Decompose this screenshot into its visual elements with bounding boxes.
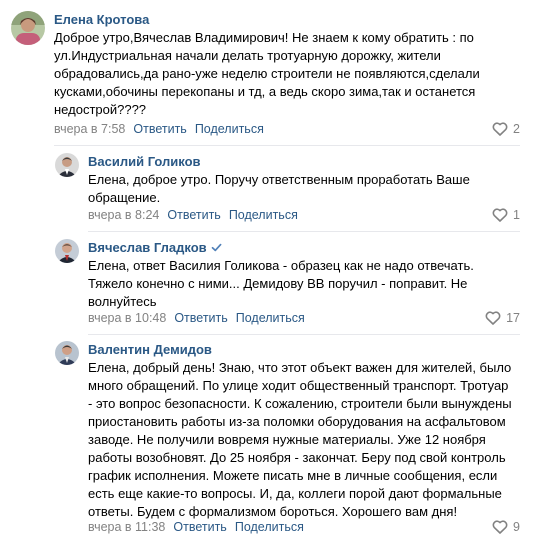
- comment-text-line: ул.Индустриальная начали делать тротуарн…: [54, 48, 441, 63]
- comment-text-line: заводе. Не получили вовремя нужные матер…: [88, 432, 486, 447]
- comment-time[interactable]: вчера в 7:58: [54, 122, 125, 136]
- like-count: 17: [506, 311, 520, 325]
- comment-text-line: много обращений. По улице ходит обществе…: [88, 378, 509, 393]
- heart-icon: [492, 520, 508, 534]
- comment-text-line: Тяжело конечно с ними... Демидову ВВ пор…: [88, 276, 468, 291]
- comment-text-line: работы возобновят. До 25 ноября - законч…: [88, 450, 506, 465]
- avatar[interactable]: [11, 11, 45, 45]
- comment-time[interactable]: вчера в 10:48: [88, 311, 166, 325]
- avatar[interactable]: [55, 153, 79, 177]
- comment-text: Елена, добрый день! Знаю, что этот объек…: [88, 359, 512, 521]
- like-button[interactable]: 9: [492, 519, 520, 535]
- heart-icon: [492, 208, 508, 222]
- share-button[interactable]: Поделиться: [195, 122, 264, 136]
- comment-text-line: есть еще какие-то вопросы. И, да, коллег…: [88, 486, 502, 501]
- comment-text-line: приостановить работы из-за поломки обору…: [88, 414, 506, 429]
- comment-time[interactable]: вчера в 8:24: [88, 208, 159, 222]
- reply-button[interactable]: Ответить: [173, 520, 226, 534]
- comment-text-line: кусками,обочины перекопаны и тд, а ведь …: [54, 84, 476, 99]
- avatar[interactable]: [55, 239, 79, 263]
- comment-meta: вчера в 10:48 Ответить Поделиться: [88, 310, 305, 326]
- reply-button[interactable]: Ответить: [133, 122, 186, 136]
- heart-icon: [485, 311, 501, 325]
- comment-text-line: график исполнения. Можете писать мне в л…: [88, 468, 498, 483]
- comment-text: Елена, ответ Василия Голикова - образец …: [88, 257, 474, 311]
- divider: [88, 334, 520, 335]
- share-button[interactable]: Поделиться: [229, 208, 298, 222]
- comment-author[interactable]: Елена Кротова: [54, 12, 149, 28]
- comment-text: Доброе утро,Вячеслав Владимирович! Не зн…: [54, 29, 480, 119]
- divider: [88, 231, 520, 232]
- comment-text-line: обрадовались,да рано-уже неделю строител…: [54, 66, 480, 81]
- like-count: 2: [513, 122, 520, 136]
- reply-button[interactable]: Ответить: [174, 311, 227, 325]
- comment-text-line: - это вопрос безопасности. К сожалению, …: [88, 396, 512, 411]
- comment-text-line: Елена, ответ Василия Голикова - образец …: [88, 258, 474, 273]
- verified-check-icon: [211, 241, 222, 256]
- like-button[interactable]: 1: [492, 207, 520, 223]
- comment-text-line: Доброе утро,Вячеслав Владимирович! Не зн…: [54, 30, 474, 45]
- reply-button[interactable]: Ответить: [167, 208, 220, 222]
- comment-text-line: обращение.: [88, 190, 161, 205]
- divider: [54, 145, 520, 146]
- comment-author[interactable]: Василий Голиков: [88, 154, 201, 170]
- comment-text-line: Елена, добрый день! Знаю, что этот объек…: [88, 360, 512, 375]
- comment-author[interactable]: Вячеслав Гладков: [88, 240, 222, 257]
- heart-icon: [492, 122, 508, 136]
- comment-author-name: Вячеслав Гладков: [88, 240, 207, 255]
- comment-text-line: недострой????: [54, 102, 147, 117]
- comment-text-line: Елена, доброе утро. Поручу ответственным…: [88, 172, 470, 187]
- like-button[interactable]: 2: [492, 121, 520, 137]
- comment-time[interactable]: вчера в 11:38: [88, 520, 165, 534]
- comment-meta: вчера в 8:24 Ответить Поделиться: [88, 207, 298, 223]
- comment-text: Елена, доброе утро. Поручу ответственным…: [88, 171, 470, 207]
- comment-author[interactable]: Валентин Демидов: [88, 342, 212, 358]
- comment-meta: вчера в 11:38 Ответить Поделиться: [88, 519, 304, 535]
- share-button[interactable]: Поделиться: [236, 311, 305, 325]
- like-button[interactable]: 17: [485, 310, 520, 326]
- avatar[interactable]: [55, 341, 79, 365]
- comment-text-line: волнуйтесь: [88, 294, 157, 309]
- like-count: 1: [513, 208, 520, 222]
- like-count: 9: [513, 520, 520, 534]
- comment-meta: вчера в 7:58 Ответить Поделиться: [54, 121, 264, 137]
- share-button[interactable]: Поделиться: [235, 520, 304, 534]
